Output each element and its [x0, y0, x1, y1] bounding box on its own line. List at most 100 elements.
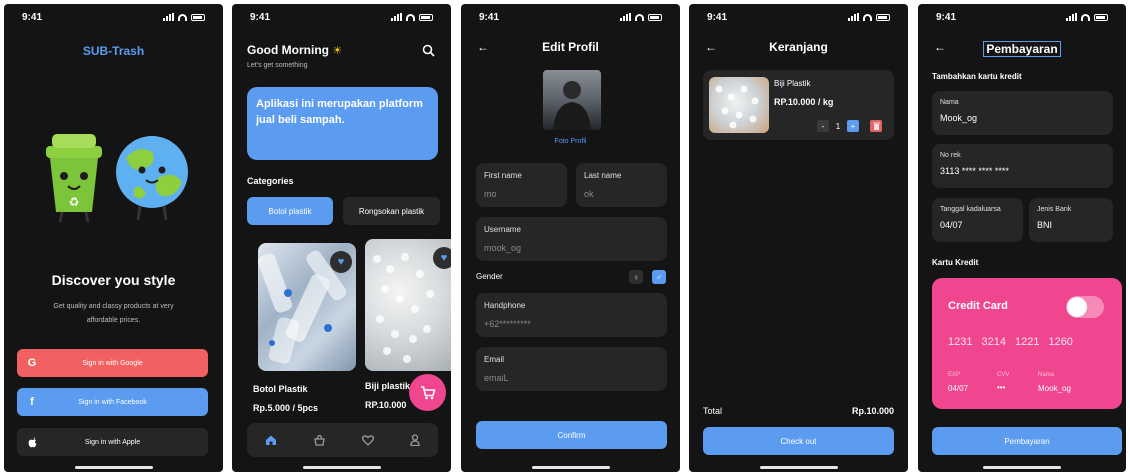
gender-label: Gender [476, 272, 503, 281]
pellets-graphic [715, 85, 759, 129]
bank-field[interactable]: Jenis Bank BNI [1029, 198, 1113, 242]
google-icon: G [27, 357, 37, 369]
card-number-field[interactable]: No rek 3113 **** **** **** [932, 144, 1113, 188]
handphone-label: Handphone [484, 301, 526, 310]
edit-profile-screen: 9:41 ← Edit Profil Foto Profil First nam… [461, 4, 680, 472]
cart-item-image [709, 77, 769, 133]
first-name-value: mo [484, 189, 497, 199]
status-icons [163, 13, 205, 21]
home-screen: 9:41 Good Morning ☀ Let's get something … [232, 4, 451, 472]
toggle-knob [1067, 297, 1087, 317]
expiry-field[interactable]: Tanggal kadaluarsa 04/07 [932, 198, 1023, 242]
status-time: 9:41 [22, 11, 43, 23]
cart-screen: 9:41 ← Keranjang Biji Plastik RP.10.000 … [689, 4, 908, 472]
delete-item-button[interactable] [870, 120, 882, 132]
cart-item-name: Biji Plastik [774, 79, 811, 88]
exp-value: 04/07 [948, 384, 969, 393]
facebook-signin-label: Sign in with Facebook [78, 398, 147, 406]
total-value: Rp.10.000 [851, 406, 894, 416]
heart-icon[interactable] [362, 434, 374, 446]
status-time: 9:41 [479, 11, 500, 23]
email-value: emaiL [484, 373, 509, 383]
apple-icon [17, 436, 47, 448]
page-title: Keranjang [769, 40, 828, 54]
checkout-button[interactable]: Check out [703, 427, 894, 455]
pay-button[interactable]: Pembayaran [932, 427, 1122, 455]
cart-item-card: Biji Plastik RP.10.000 / kg - 1 + [703, 70, 894, 140]
email-label: Email [484, 355, 505, 364]
product-image-botol[interactable]: ♥ [258, 243, 356, 371]
status-time: 9:41 [936, 11, 957, 23]
home-indicator [74, 466, 153, 469]
status-bar: 9:41 [232, 4, 451, 30]
card-number-group: 1221 [1014, 336, 1040, 348]
mascot-illustration: ♻ [46, 134, 188, 223]
handphone-field[interactable]: Handphone +62********* [476, 293, 667, 337]
search-icon[interactable] [422, 44, 435, 57]
card-title: Credit Card [948, 300, 1008, 312]
cart-item-price: RP.10.000 / kg [774, 97, 834, 107]
categories-title: Categories [247, 176, 294, 186]
subtitle-line-1: Get quality and classy products at very [53, 303, 174, 310]
bag-icon[interactable] [313, 434, 326, 446]
first-name-field[interactable]: First name mo [476, 163, 567, 207]
home-indicator [302, 466, 381, 469]
facebook-signin-button[interactable]: f Sign in with Facebook [17, 388, 208, 416]
add-card-title: Tambahkan kartu kredit [932, 72, 1022, 81]
apple-signin-label: Sign in with Apple [84, 438, 141, 446]
subtitle-line-2: affordable prices. [86, 317, 141, 324]
user-icon[interactable] [410, 434, 420, 446]
home-indicator [531, 466, 610, 469]
expiry-label: Tanggal kadaluarsa [940, 206, 1001, 213]
person-silhouette [553, 81, 591, 130]
card-toggle[interactable] [1066, 296, 1104, 318]
favorite-heart-icon[interactable]: ♥ [330, 251, 352, 273]
svg-text:♻: ♻ [69, 195, 80, 209]
card-number-group: 1231 [948, 336, 973, 348]
payment-screen: 9:41 ← Pembayaran Tambahkan kartu kredit… [918, 4, 1126, 472]
gender-male-option[interactable]: ♂ [652, 270, 666, 284]
card-section-title: Kartu Kredit [932, 258, 979, 267]
photo-label[interactable]: Foto Profil [461, 138, 680, 145]
card-name-field[interactable]: Nama Mook_og [932, 91, 1113, 135]
cvv-value: ••• [997, 383, 1006, 392]
qty-minus-button[interactable]: - [817, 120, 829, 132]
favorite-heart-icon[interactable]: ♥ [433, 247, 451, 269]
category-chip-botol[interactable]: Botol plastik [247, 197, 333, 225]
cart-icon [420, 385, 436, 399]
avatar[interactable] [543, 70, 601, 130]
email-field[interactable]: Email emaiL [476, 347, 667, 391]
login-screen: 9:41 SUB-Trash ♻ Discover you style Get … [4, 4, 223, 472]
card-name-label: Nama [940, 99, 959, 106]
gender-female-option[interactable]: ♀ [629, 270, 643, 284]
credit-card[interactable]: Credit Card 1231 3214 1221 1260 EXP 04/0… [932, 278, 1122, 409]
qty-plus-button[interactable]: + [847, 120, 859, 132]
cart-fab-button[interactable] [409, 374, 446, 411]
status-bar: 9:41 [689, 4, 908, 30]
card-number-value: 3113 **** **** **** [940, 166, 1009, 176]
google-signin-button[interactable]: G Sign in with Google [17, 349, 208, 377]
google-signin-label: Sign in with Google [82, 359, 143, 367]
product-image-biji[interactable]: ♥ [365, 239, 451, 371]
status-bar: 9:41 [918, 4, 1126, 30]
card-number-label: No rek [940, 152, 961, 159]
status-icons [391, 13, 433, 21]
status-time: 9:41 [707, 11, 728, 23]
sun-icon: ☀ [332, 45, 343, 57]
category-chip-rongsokan[interactable]: Rongsokan plastik [343, 197, 440, 225]
last-name-field[interactable]: Last name ok [576, 163, 667, 207]
card-number-group: 3214 [981, 336, 1006, 348]
username-value: mook_og [484, 243, 522, 253]
greeting-subtitle: Let's get something [247, 62, 308, 69]
status-time: 9:41 [250, 11, 271, 23]
apple-signin-button[interactable]: Sign in with Apple [17, 428, 208, 456]
card-name-value: Mook_og [940, 113, 978, 123]
status-icons [620, 13, 662, 21]
product-name-biji: Biji plastik [365, 381, 411, 391]
page-title: Edit Profil [542, 40, 599, 54]
username-field[interactable]: Username mook_og [476, 217, 667, 261]
home-icon[interactable] [265, 434, 277, 446]
greeting-title: Good Morning ☀ [247, 43, 342, 57]
brand-title: SUB-Trash [82, 44, 145, 58]
confirm-button[interactable]: Confirm [476, 421, 667, 449]
